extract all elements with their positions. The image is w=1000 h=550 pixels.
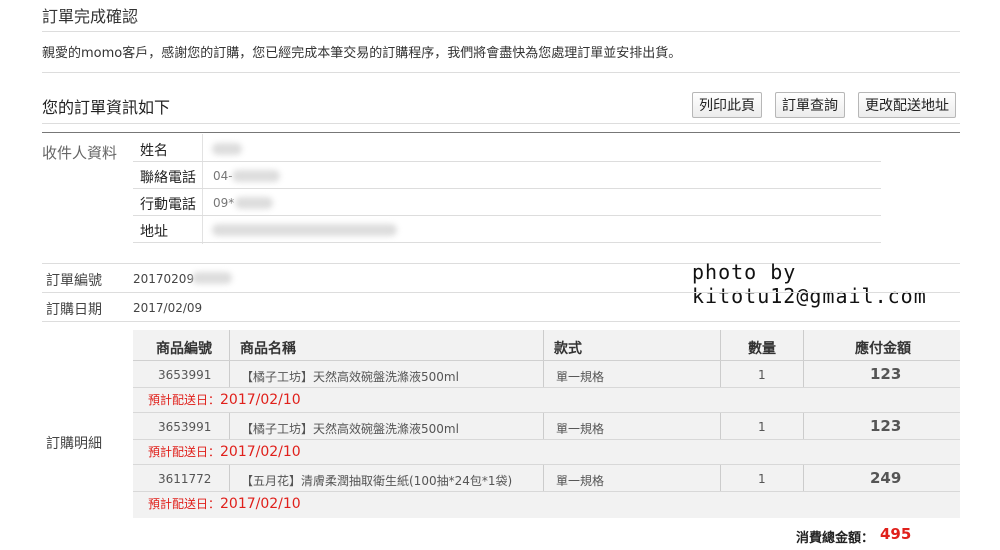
table-header-amount: 應付金額 — [855, 341, 911, 357]
recipient-mobile-key: 行動電話 — [140, 197, 196, 213]
table-header-qty: 數量 — [748, 341, 776, 357]
shipping-date-value: 2017/02/10 — [220, 392, 301, 408]
shipping-date-note: 預計配送日：2017/02/10 — [148, 443, 301, 460]
table-header-border — [133, 360, 960, 361]
item-qty: 1 — [758, 420, 766, 434]
table-col-divider — [543, 413, 544, 439]
table-col-divider — [803, 361, 804, 387]
item-amount: 123 — [870, 365, 902, 383]
recipient-top-border — [42, 132, 960, 133]
table-header-code: 商品編號 — [156, 341, 212, 357]
table-col-divider — [720, 330, 721, 360]
divider — [133, 161, 881, 162]
order-date-value: 2017/02/09 — [133, 301, 203, 315]
table-col-divider — [803, 465, 804, 491]
order-number-value: 20170209 — [133, 272, 195, 286]
watermark-text: photo by kitotu12@gmail.com — [692, 260, 927, 308]
recipient-phone-key: 聯絡電話 — [140, 170, 196, 186]
item-code: 3653991 — [158, 368, 212, 382]
table-col-divider — [229, 330, 230, 360]
shipping-date-value: 2017/02/10 — [220, 444, 301, 460]
item-style: 單一規格 — [556, 370, 605, 384]
item-code: 3653991 — [158, 420, 212, 434]
divider — [133, 188, 881, 189]
recipient-name-key: 姓名 — [140, 143, 168, 159]
item-name-link[interactable]: 【橘子工坊】天然高效碗盤洗滌液500ml — [241, 420, 459, 437]
print-button[interactable]: 列印此頁 — [692, 92, 762, 118]
row-divider — [133, 464, 960, 465]
order-query-button[interactable]: 訂單查詢 — [775, 92, 845, 118]
table-header-name: 商品名稱 — [240, 341, 296, 357]
order-detail-key: 訂購明細 — [46, 436, 102, 452]
table-col-divider — [229, 361, 230, 387]
shipping-date-label: 預計配送日： — [148, 497, 221, 511]
table-header-style: 款式 — [554, 341, 582, 357]
row-divider — [133, 439, 960, 440]
order-number-redacted — [192, 272, 232, 284]
item-code: 3611772 — [158, 472, 212, 486]
divider — [42, 31, 960, 32]
total-label: 消費總金額： — [796, 531, 875, 546]
order-date-key: 訂購日期 — [46, 302, 102, 318]
table-col-divider — [720, 465, 721, 491]
recipient-phone-redacted — [232, 170, 280, 182]
divider — [133, 242, 881, 243]
divider — [133, 215, 881, 216]
shipping-date-value: 2017/02/10 — [220, 496, 301, 512]
shipping-date-note: 預計配送日：2017/02/10 — [148, 391, 301, 408]
table-col-divider — [543, 465, 544, 491]
page-title: 訂單完成確認 — [42, 7, 139, 26]
recipient-phone-value: 04- — [213, 169, 233, 183]
table-col-divider — [543, 330, 544, 360]
shipping-date-label: 預計配送日： — [148, 393, 221, 407]
recipient-address-redacted — [212, 224, 397, 236]
item-style: 單一規格 — [556, 474, 605, 488]
shipping-date-label: 預計配送日： — [148, 445, 221, 459]
row-divider — [133, 491, 960, 492]
recipient-mobile-value: 09* — [213, 196, 235, 210]
table-col-divider — [720, 361, 721, 387]
divider — [42, 321, 960, 322]
shipping-date-note: 預計配送日：2017/02/10 — [148, 495, 301, 512]
row-divider — [133, 387, 960, 388]
item-name-link[interactable]: 【五月花】清膚柔潤抽取衛生紙(100抽*24包*1袋) — [241, 472, 512, 489]
table-col-divider — [720, 413, 721, 439]
divider — [42, 292, 960, 293]
recipient-label: 收件人資料 — [42, 144, 118, 162]
recipient-address-key: 地址 — [140, 224, 168, 240]
item-qty: 1 — [758, 368, 766, 382]
total-amount: 495 — [880, 525, 912, 543]
recipient-name-redacted — [212, 143, 242, 155]
divider — [42, 72, 960, 73]
divider — [42, 123, 960, 124]
recipient-column-divider — [202, 134, 203, 244]
section-title: 您的訂單資訊如下 — [42, 98, 171, 117]
row-divider — [133, 412, 960, 413]
item-style: 單一規格 — [556, 422, 605, 436]
greeting-text: 親愛的momo客戶，感謝您的訂購，您已經完成本筆交易的訂購程序，我們將會盡快為您… — [42, 46, 682, 61]
table-col-divider — [803, 413, 804, 439]
order-number-key: 訂單編號 — [46, 273, 102, 289]
recipient-mobile-redacted — [235, 197, 273, 209]
item-amount: 249 — [870, 469, 902, 487]
change-address-button[interactable]: 更改配送地址 — [858, 92, 956, 118]
item-amount: 123 — [870, 417, 902, 435]
item-name-link[interactable]: 【橘子工坊】天然高效碗盤洗滌液500ml — [241, 368, 459, 385]
item-qty: 1 — [758, 472, 766, 486]
table-col-divider — [229, 465, 230, 491]
table-col-divider — [803, 330, 804, 360]
table-col-divider — [543, 361, 544, 387]
table-col-divider — [229, 413, 230, 439]
